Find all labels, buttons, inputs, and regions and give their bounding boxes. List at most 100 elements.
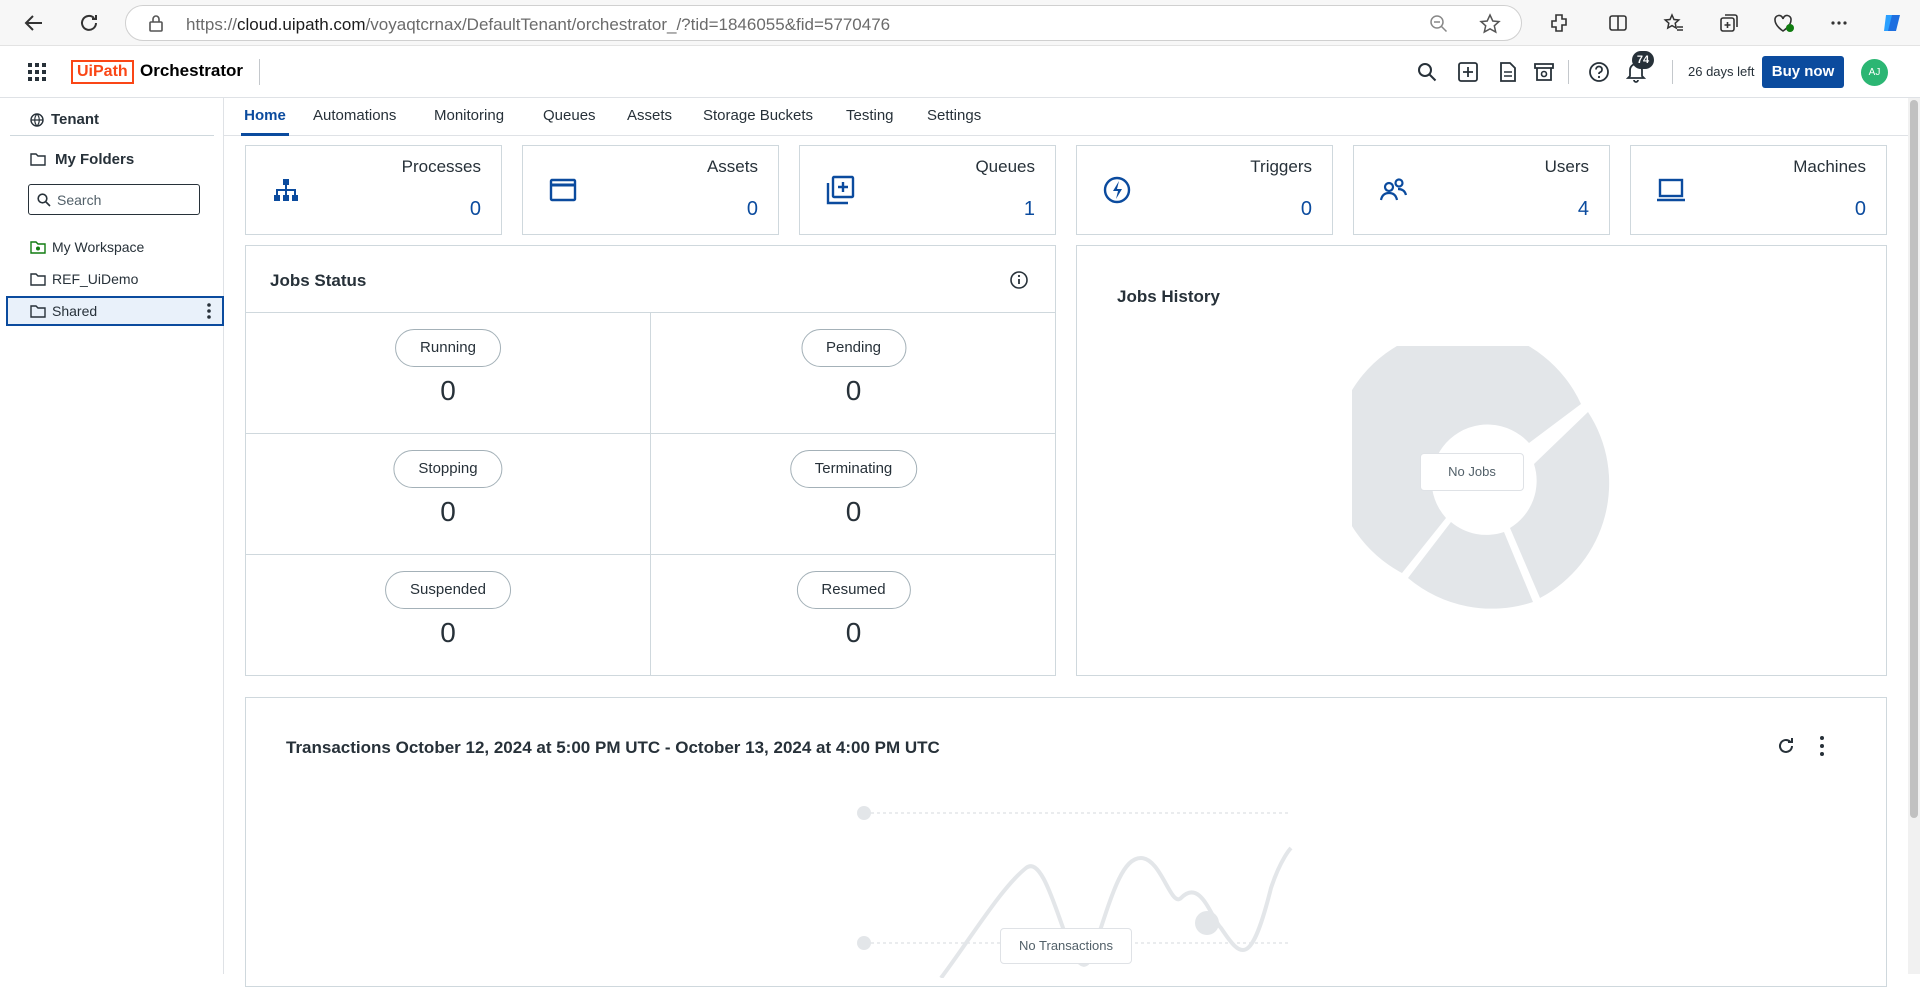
my-folders-title: My Folders	[55, 151, 135, 168]
job-state-running: Running 0	[246, 312, 651, 433]
status-count: 0	[845, 375, 862, 406]
empty-state-label: No Jobs	[1420, 453, 1524, 491]
tab-monitoring[interactable]: Monitoring	[434, 98, 504, 136]
card-title: Processes	[401, 157, 481, 176]
machines-card[interactable]: Machines 0	[1630, 145, 1887, 235]
globe-icon	[30, 113, 44, 132]
card-value: 0	[469, 198, 481, 220]
tab-storage-buckets[interactable]: Storage Buckets	[703, 98, 813, 136]
search-icon	[37, 193, 51, 210]
split-screen-icon[interactable]	[1602, 7, 1634, 39]
status-pill[interactable]: Resumed	[796, 571, 911, 609]
zoom-out-icon[interactable]	[1429, 14, 1449, 39]
info-icon[interactable]	[1009, 270, 1029, 295]
favorite-star-icon[interactable]	[1479, 13, 1501, 40]
avatar[interactable]: AJ	[1861, 59, 1888, 86]
folder-label: REF_UiDemo	[52, 271, 139, 287]
folder-item-ref-uidemo[interactable]: REF_UiDemo	[8, 264, 224, 294]
lock-icon	[148, 14, 164, 37]
job-state-stopping: Stopping 0	[246, 433, 651, 554]
buy-now-button[interactable]: Buy now	[1762, 56, 1844, 88]
folder-sidebar: Tenant My Folders Search My Workspace RE…	[0, 98, 224, 974]
jobs-status-panel: Jobs Status Running 0 Pending 0 Stopping…	[245, 245, 1056, 676]
main-tabs: Home Automations Monitoring Queues Asset…	[224, 98, 1910, 136]
card-title: Triggers	[1250, 157, 1312, 176]
users-icon	[1378, 174, 1410, 206]
more-options-icon[interactable]	[1823, 7, 1855, 39]
status-pill[interactable]: Suspended	[385, 571, 511, 609]
product-name[interactable]: Orchestrator	[140, 61, 243, 81]
refresh-icon[interactable]	[1776, 736, 1796, 761]
status-pill[interactable]: Pending	[800, 329, 907, 367]
machine-icon	[1655, 174, 1687, 206]
tab-assets[interactable]: Assets	[627, 98, 672, 136]
empty-line-chart	[857, 806, 1293, 978]
notification-count-badge: 74	[1632, 51, 1654, 69]
empty-state-label: No Transactions	[1000, 928, 1132, 964]
job-state-terminating: Terminating 0	[651, 433, 1056, 554]
trial-days-left: 26 days left	[1688, 64, 1755, 79]
folder-icon	[30, 272, 46, 291]
queues-card[interactable]: Queues 1	[799, 145, 1056, 235]
card-title: Machines	[1793, 157, 1866, 176]
address-bar[interactable]: https://cloud.uipath.com/voyaqtcrnax/Def…	[125, 5, 1522, 41]
page-scrollbar[interactable]	[1908, 98, 1920, 974]
folder-icon	[30, 152, 46, 171]
card-value: 1	[1023, 198, 1035, 220]
browser-toolbar: https://cloud.uipath.com/voyaqtcrnax/Def…	[0, 0, 1920, 46]
card-value: 0	[1300, 198, 1312, 220]
tab-automations[interactable]: Automations	[313, 98, 396, 136]
refresh-icon[interactable]	[73, 7, 105, 39]
card-title: Queues	[975, 157, 1035, 176]
status-count: 0	[845, 496, 862, 527]
header-divider	[1672, 60, 1673, 84]
folder-item-my-workspace[interactable]: My Workspace	[8, 232, 224, 262]
panel-title: Transactions October 12, 2024 at 5:00 PM…	[286, 738, 940, 757]
favorites-icon[interactable]	[1658, 7, 1690, 39]
tab-settings[interactable]: Settings	[927, 98, 981, 136]
users-card[interactable]: Users 4	[1353, 145, 1610, 235]
more-vertical-icon[interactable]	[1819, 735, 1825, 762]
scrollbar-thumb[interactable]	[1910, 100, 1918, 818]
header-divider	[259, 59, 260, 85]
browser-essentials-icon[interactable]	[1768, 7, 1800, 39]
tab-queues[interactable]: Queues	[543, 98, 596, 136]
job-state-suspended: Suspended 0	[246, 554, 651, 676]
processes-card[interactable]: Processes 0	[245, 145, 502, 235]
tenant-selector[interactable]: Tenant	[10, 106, 214, 136]
back-icon[interactable]	[18, 7, 50, 39]
triggers-card[interactable]: Triggers 0	[1076, 145, 1333, 235]
uipath-logo[interactable]: UiPath	[71, 60, 134, 84]
more-vertical-icon[interactable]	[206, 302, 212, 325]
job-state-pending: Pending 0	[651, 312, 1056, 433]
extensions-icon[interactable]	[1543, 7, 1575, 39]
panel-title: Jobs History	[1117, 287, 1220, 306]
app-launcher-icon[interactable]	[28, 63, 46, 86]
card-title: Users	[1544, 157, 1589, 176]
collections-icon[interactable]	[1713, 7, 1745, 39]
document-icon[interactable]	[1494, 58, 1522, 86]
panel-title: Jobs Status	[270, 271, 367, 290]
card-value: 4	[1577, 198, 1589, 220]
status-pill[interactable]: Running	[395, 329, 501, 367]
queue-icon	[824, 174, 856, 206]
status-pill[interactable]: Stopping	[393, 450, 503, 488]
tab-home[interactable]: Home	[241, 98, 289, 136]
folder-label: My Workspace	[52, 239, 145, 255]
trigger-icon	[1101, 174, 1133, 206]
copilot-icon[interactable]	[1876, 7, 1908, 39]
workspace-folder-icon	[30, 240, 46, 259]
help-icon[interactable]	[1585, 58, 1613, 86]
store-icon[interactable]	[1530, 58, 1558, 86]
tab-testing[interactable]: Testing	[846, 98, 894, 136]
card-value: 0	[1854, 198, 1866, 220]
search-icon[interactable]	[1413, 58, 1441, 86]
add-icon[interactable]	[1454, 58, 1482, 86]
assets-card[interactable]: Assets 0	[522, 145, 779, 235]
folder-item-shared[interactable]: Shared	[6, 296, 224, 326]
folder-search-input[interactable]: Search	[28, 184, 200, 215]
folder-icon	[30, 304, 46, 323]
status-pill[interactable]: Terminating	[789, 450, 918, 488]
search-placeholder: Search	[57, 192, 102, 208]
card-title: Assets	[706, 157, 758, 176]
